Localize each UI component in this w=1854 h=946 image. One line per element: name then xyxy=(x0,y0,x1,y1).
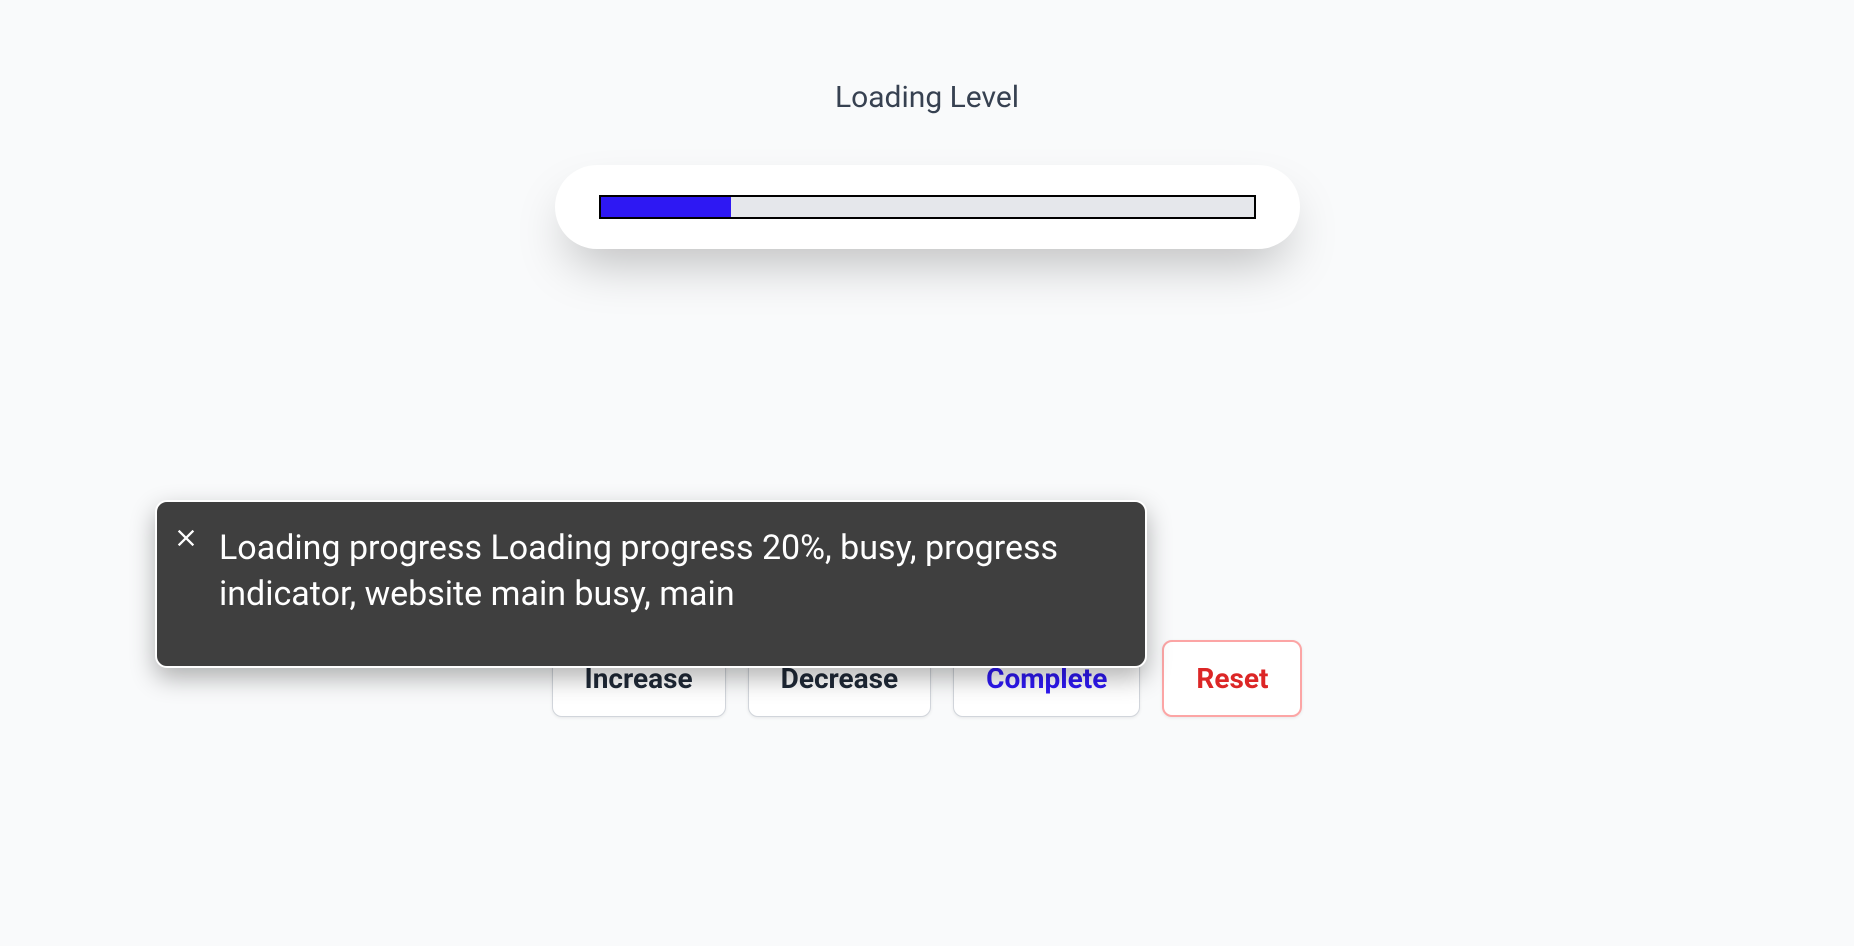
accessibility-announcement-overlay: Loading progress Loading progress 20%, b… xyxy=(155,500,1147,668)
close-icon[interactable] xyxy=(175,516,197,538)
reset-button[interactable]: Reset xyxy=(1162,640,1302,717)
page-title: Loading Level xyxy=(835,80,1019,115)
main-container: Loading Level xyxy=(0,0,1854,249)
progress-card xyxy=(555,165,1300,249)
accessibility-announcement-text: Loading progress Loading progress 20%, b… xyxy=(219,528,1058,614)
progress-bar xyxy=(599,195,1256,219)
progress-bar-fill xyxy=(601,197,732,217)
